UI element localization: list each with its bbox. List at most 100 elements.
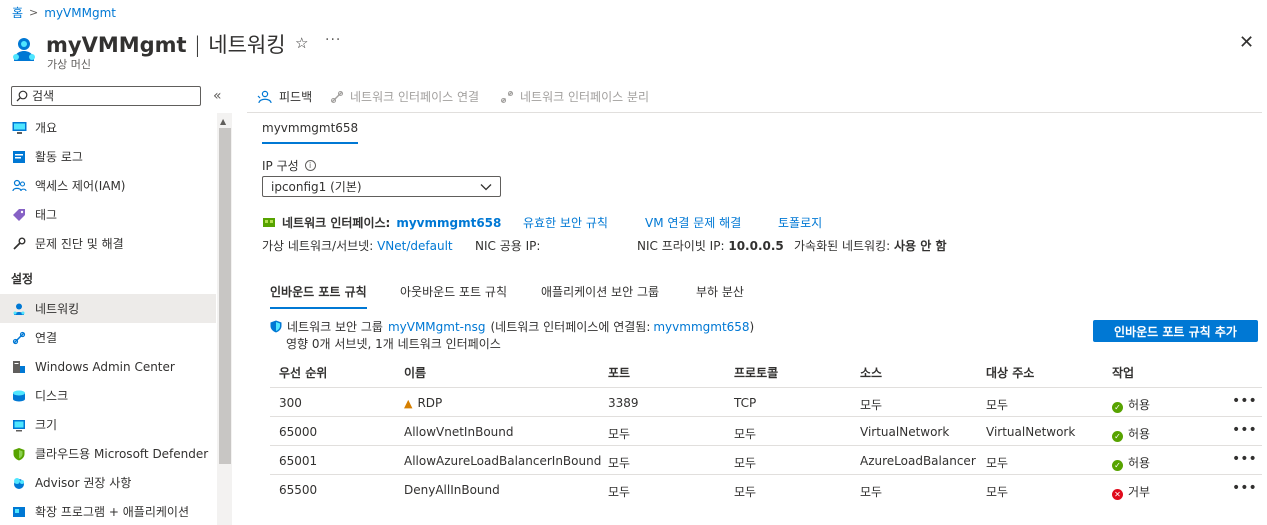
cell-protocol: 모두 [734, 485, 757, 499]
nsg-impact: 영향 0개 서브넷, 1개 네트워크 인터페이스 [286, 337, 501, 351]
accel-networking-info: 가속화된 네트워킹: 사용 안 함 [794, 239, 947, 253]
sidebar-item-label: Advisor 권장 사항 [35, 476, 132, 490]
sidebar-item-label: 태그 [35, 208, 58, 222]
cell-source: 모두 [860, 398, 883, 412]
link-icon [330, 90, 344, 103]
connect-icon [11, 330, 27, 346]
column-header-name[interactable]: 이름 [404, 364, 426, 381]
networking-icon [11, 301, 27, 317]
cell-protocol: TCP [734, 396, 757, 410]
sidebar-item-diagnose[interactable]: 문제 진단 및 해결 [0, 229, 216, 258]
detach-nic-button[interactable]: 네트워크 인터페이스 분리 [500, 88, 649, 105]
troubleshoot-link[interactable]: VM 연결 문제 해결 [645, 214, 741, 231]
tab-app-security-groups[interactable]: 애플리케이션 보안 그룹 [541, 283, 659, 307]
cell-priority: 300 [279, 396, 302, 410]
sidebar-item-tags[interactable]: 태그 [0, 200, 216, 229]
sidebar-section-settings: 설정 [11, 272, 34, 286]
close-icon[interactable]: ✕ [1239, 32, 1254, 53]
deny-circle-icon: ✕ [1112, 489, 1123, 500]
sidebar-item-size[interactable]: 크기 [0, 410, 216, 439]
tab-load-balancing[interactable]: 부하 분산 [696, 283, 744, 307]
attach-nic-button[interactable]: 네트워크 인터페이스 연결 [330, 88, 479, 105]
sidebar-item-overview[interactable]: 개요 [0, 113, 216, 142]
size-icon [11, 417, 27, 433]
chevron-right-icon: > [29, 6, 39, 19]
column-header-destination[interactable]: 대상 주소 [986, 364, 1034, 381]
cell-source: VirtualNetwork [860, 425, 950, 439]
cell-source: AzureLoadBalancer [860, 454, 976, 468]
tag-icon [11, 207, 27, 223]
check-circle-icon: ✓ [1112, 402, 1123, 413]
feedback-button[interactable]: 피드백 [257, 88, 312, 105]
nsg-link[interactable]: myVMMgmt-nsg [388, 320, 486, 334]
add-inbound-rule-button[interactable]: 인바운드 포트 규칙 추가 [1093, 320, 1258, 342]
page-subtitle: 가상 머신 [47, 58, 91, 71]
star-icon[interactable]: ☆ [295, 34, 308, 52]
tab-outbound-rules[interactable]: 아웃바운드 포트 규칙 [400, 283, 507, 307]
column-header-priority[interactable]: 우선 순위 [279, 364, 327, 381]
sidebar-item-label: 액세스 제어(IAM) [35, 179, 126, 193]
sidebar-item-extensions[interactable]: 확장 프로그램 + 애플리케이션 [0, 497, 216, 525]
cell-name: ▲ RDP [404, 396, 443, 410]
breadcrumb-current-link[interactable]: myVMMgmt [44, 6, 116, 20]
cell-priority: 65000 [279, 425, 318, 439]
column-header-source[interactable]: 소스 [860, 364, 882, 381]
sidebar-item-label: 네트워킹 [35, 302, 80, 316]
row-more-icon[interactable]: ••• [1232, 393, 1257, 409]
sidebar-item-networking[interactable]: 네트워킹 [0, 294, 216, 323]
topology-link[interactable]: 토폴로지 [778, 214, 822, 231]
cell-port: 모두 [608, 456, 631, 470]
sidebar-item-label: 디스크 [35, 389, 69, 403]
sidebar-item-admin-center[interactable]: Windows Admin Center [0, 352, 216, 381]
sidebar-item-connect[interactable]: 연결 [0, 323, 216, 352]
sidebar-item-iam[interactable]: 액세스 제어(IAM) [0, 171, 216, 200]
row-more-icon[interactable]: ••• [1232, 480, 1257, 496]
column-header-port[interactable]: 포트 [608, 364, 630, 381]
sidebar-item-label: 확장 프로그램 + 애플리케이션 [35, 505, 189, 519]
nic-name-link[interactable]: myvmmgmt658 [396, 216, 501, 230]
scroll-up-icon[interactable]: ▲ [220, 117, 226, 126]
sidebar-item-disks[interactable]: 디스크 [0, 381, 216, 410]
search-input[interactable] [32, 89, 192, 103]
collapse-sidebar-icon[interactable]: « [213, 88, 222, 104]
sidebar-item-label: 문제 진단 및 해결 [35, 237, 124, 251]
sidebar-search[interactable] [11, 86, 201, 106]
sidebar-item-label: 활동 로그 [35, 150, 83, 164]
sidebar-item-advisor[interactable]: Advisor 권장 사항 [0, 468, 216, 497]
more-icon[interactable]: ··· [325, 32, 341, 48]
cell-port: 모두 [608, 485, 631, 499]
cell-destination: VirtualNetwork [986, 425, 1076, 439]
cell-priority: 65500 [279, 483, 318, 497]
ip-config-label: IP 구성 i [262, 157, 316, 174]
sidebar-scroll-thumb[interactable] [219, 128, 231, 464]
tab-nic[interactable]: myvmmgmt658 [262, 121, 359, 144]
column-header-protocol[interactable]: 프로토콜 [734, 364, 778, 381]
column-header-action[interactable]: 작업 [1112, 364, 1134, 381]
check-circle-icon: ✓ [1112, 460, 1123, 471]
cell-action: ✓ 허용 [1112, 425, 1150, 442]
vnet-link[interactable]: VNet/default [377, 239, 453, 253]
row-more-icon[interactable]: ••• [1232, 451, 1257, 467]
unlink-icon [500, 90, 514, 103]
check-circle-icon: ✓ [1112, 431, 1123, 442]
effective-rules-link[interactable]: 유효한 보안 규칙 [523, 214, 608, 231]
row-more-icon[interactable]: ••• [1232, 422, 1257, 438]
breadcrumb-home-link[interactable]: 홈 [12, 4, 23, 21]
private-ip-info: NIC 프라이빗 IP: 10.0.0.5 [637, 239, 784, 253]
sidebar-item-label: Windows Admin Center [35, 359, 175, 374]
cell-action: ✓ 허용 [1112, 396, 1150, 413]
admin-center-icon [11, 359, 27, 375]
cell-priority: 65001 [279, 454, 318, 468]
tab-inbound-rules[interactable]: 인바운드 포트 규칙 [270, 283, 367, 309]
sidebar-item-defender[interactable]: 클라우드용 Microsoft Defender [0, 439, 216, 468]
wrench-icon [11, 236, 27, 252]
nsg-nic-link[interactable]: myvmmgmt658 [653, 320, 749, 334]
info-icon[interactable]: i [304, 160, 316, 171]
cell-destination: 모두 [986, 398, 1009, 412]
warning-icon: ▲ [404, 397, 413, 410]
public-ip-info: NIC 공용 IP: [475, 239, 541, 253]
ip-config-select[interactable]: ipconfig1 (기본) [262, 176, 501, 197]
sidebar-item-activity-log[interactable]: 활동 로그 [0, 142, 216, 171]
nsg-info: 네트워크 보안 그룹 myVMMgmt-nsg (네트워크 인터페이스에 연결됨… [270, 318, 754, 335]
breadcrumb: 홈 > myVMMgmt [12, 4, 116, 21]
